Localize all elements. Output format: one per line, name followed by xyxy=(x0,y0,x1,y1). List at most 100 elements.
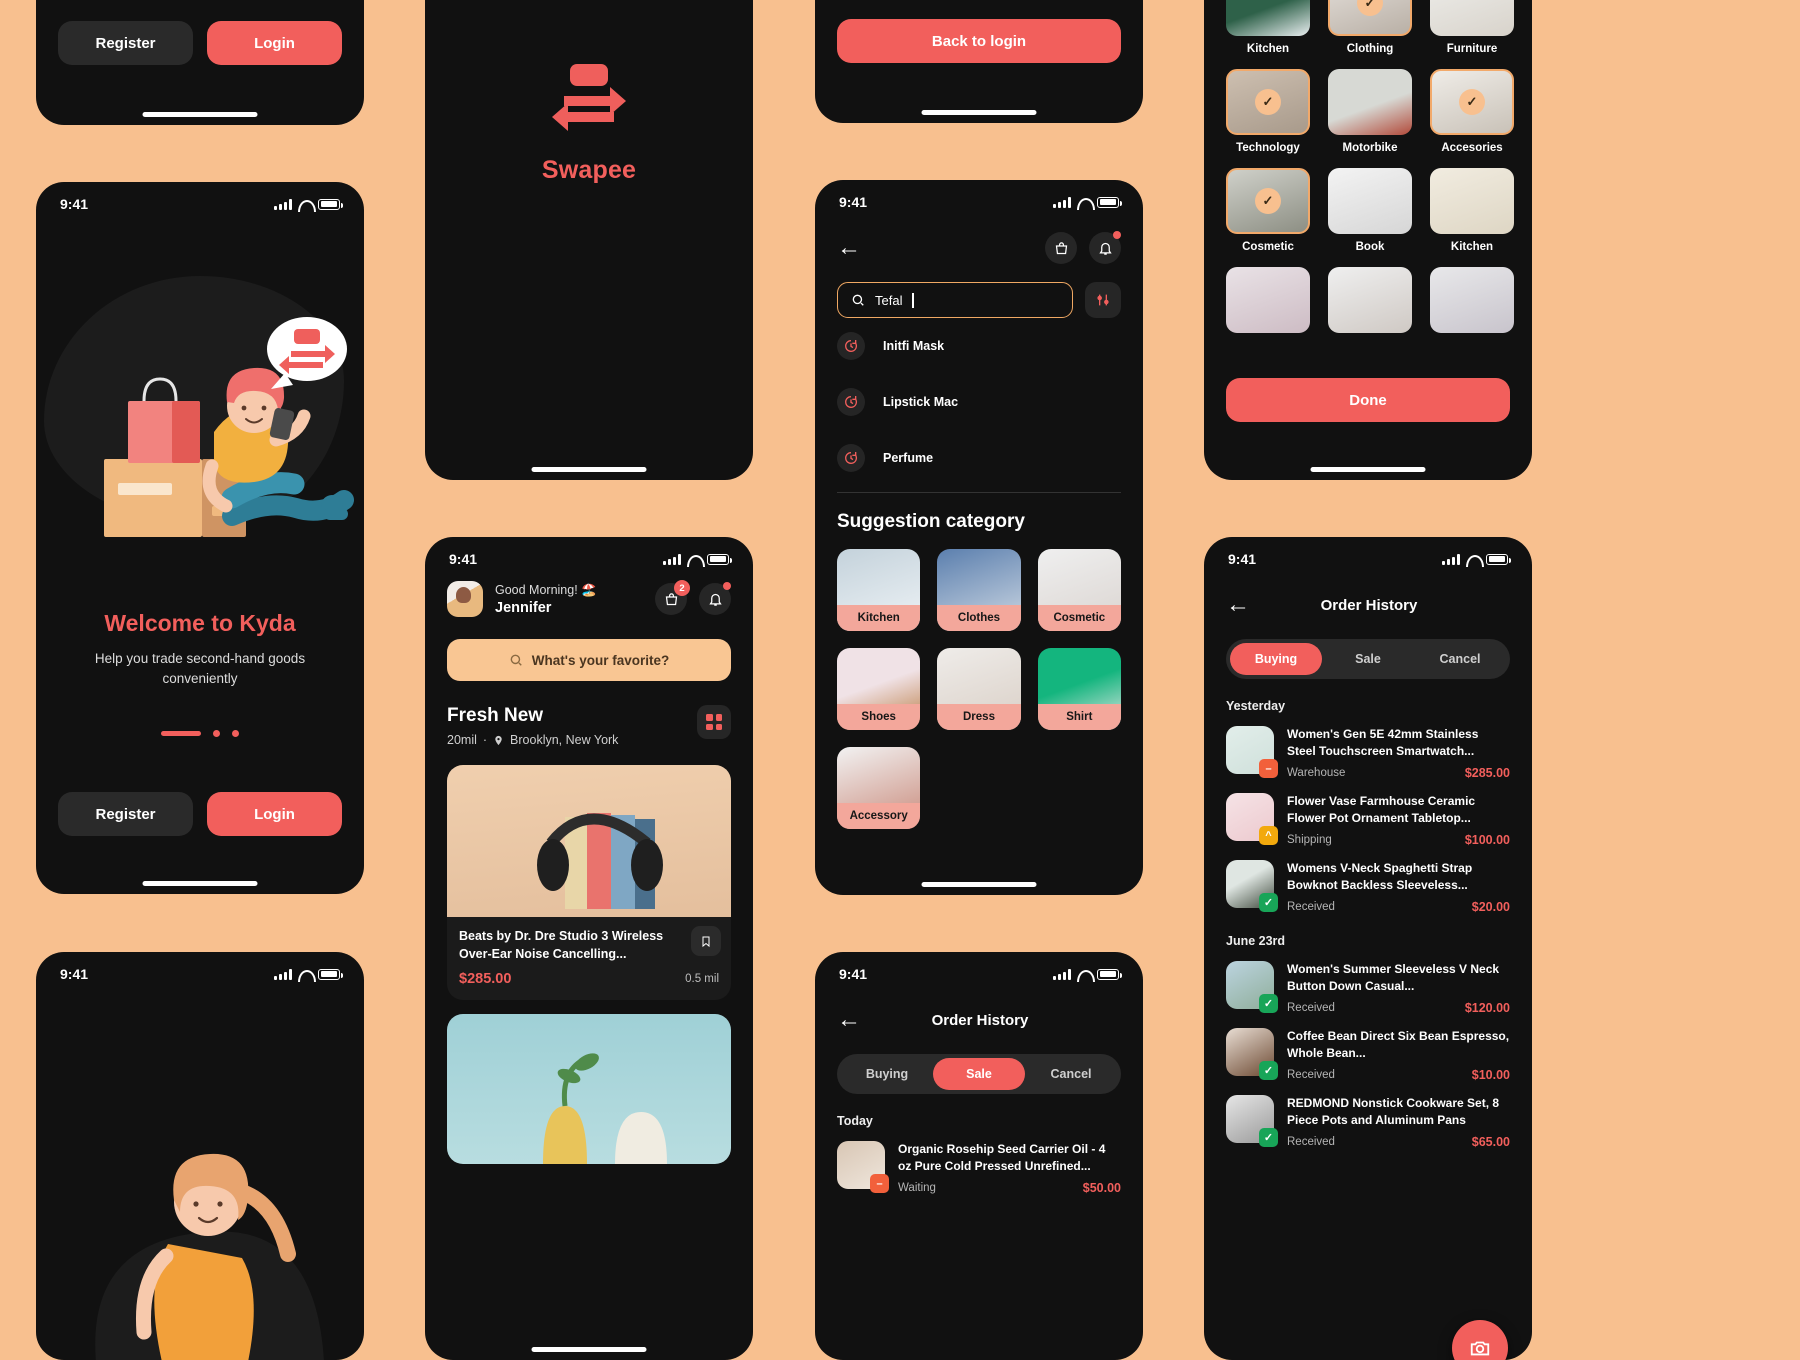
category-tile[interactable]: Shirt xyxy=(1037,648,1121,730)
search-topbar: ← xyxy=(815,214,1143,264)
status-icons xyxy=(274,968,343,982)
battery-icon xyxy=(1097,968,1122,980)
picker-item-furniture[interactable]: Furniture xyxy=(1430,0,1514,55)
back-button[interactable]: ← xyxy=(837,1008,861,1032)
tab-sale[interactable]: Sale xyxy=(933,1058,1025,1090)
register-button[interactable]: Register xyxy=(58,21,193,65)
design-canvas: Register Login 9:41 Welcome to Kyda Help… xyxy=(0,0,1800,1360)
battery-icon xyxy=(1486,553,1511,565)
picker-item-technology[interactable]: ✓ Technology xyxy=(1226,69,1310,154)
picker-item-clothing[interactable]: ✓ Clothing xyxy=(1328,0,1412,55)
picker-item-kitchen-2[interactable]: Kitchen xyxy=(1430,168,1514,253)
suggestion-title: Suggestion category xyxy=(837,511,1025,532)
picker-item-motorbike[interactable]: Motorbike xyxy=(1328,69,1412,154)
category-tile[interactable]: Shoes xyxy=(837,648,921,730)
recent-search-item[interactable]: Lipstick Mac xyxy=(815,374,1143,430)
cart-button[interactable] xyxy=(1045,232,1077,264)
status-badge: ✓ xyxy=(1259,994,1278,1014)
location-label: Brooklyn, New York xyxy=(510,733,619,747)
filter-button[interactable] xyxy=(1085,282,1121,318)
recent-search-item[interactable]: Perfume xyxy=(815,430,1143,486)
back-button[interactable]: ← xyxy=(1226,593,1250,617)
picker-item-book[interactable]: Book xyxy=(1328,168,1412,253)
battery-icon xyxy=(707,553,732,565)
category-tile[interactable]: Cosmetic xyxy=(1037,549,1121,631)
auth-button-row: Register Login xyxy=(36,21,364,65)
picker-thumbnail xyxy=(1430,0,1514,36)
notifications-button[interactable] xyxy=(699,582,731,615)
tab-buying[interactable]: Buying xyxy=(841,1058,933,1090)
home-indicator xyxy=(142,112,258,117)
home-indicator xyxy=(1310,467,1426,472)
product-card-secondary[interactable] xyxy=(447,1014,731,1164)
picker-item-kitchen[interactable]: Kitchen xyxy=(1226,0,1310,55)
login-button[interactable]: Login xyxy=(207,792,342,836)
done-button[interactable]: Done xyxy=(1226,378,1510,422)
tab-cancel[interactable]: Cancel xyxy=(1414,643,1506,675)
pagination-dot-active[interactable] xyxy=(161,730,201,736)
avatar[interactable] xyxy=(447,581,483,617)
tab-buying[interactable]: Buying xyxy=(1230,643,1322,675)
pagination-dot[interactable] xyxy=(213,729,220,737)
order-row[interactable]: ✓ Coffee Bean Direct Six Bean Espresso, … xyxy=(1204,1015,1532,1082)
picker-item-cosmetic[interactable]: ✓ Cosmetic xyxy=(1226,168,1310,253)
order-row[interactable]: ^ Flower Vase Farmhouse Ceramic Flower P… xyxy=(1204,780,1532,847)
tab-cancel[interactable]: Cancel xyxy=(1025,1058,1117,1090)
battery-icon xyxy=(318,198,343,210)
back-button[interactable]: ← xyxy=(837,236,861,260)
recent-search-item[interactable]: Initfi Mask xyxy=(815,318,1143,374)
battery-icon xyxy=(318,968,343,980)
camera-fab-button[interactable] xyxy=(1452,1320,1508,1360)
order-row[interactable]: – Organic Rosehip Seed Carrier Oil - 4 o… xyxy=(815,1128,1143,1195)
cart-badge: 2 xyxy=(674,580,690,596)
picker-thumbnail xyxy=(1226,0,1310,36)
order-row[interactable]: ✓ Women's Summer Sleeveless V Neck Butto… xyxy=(1204,948,1532,1015)
search-icon xyxy=(852,294,864,306)
login-button[interactable]: Login xyxy=(207,21,342,65)
wifi-icon xyxy=(298,969,316,982)
notifications-button[interactable] xyxy=(1089,231,1121,264)
cart-button[interactable]: 2 xyxy=(655,580,690,615)
category-tile[interactable]: Kitchen xyxy=(837,549,921,631)
category-tile[interactable]: Dress xyxy=(937,648,1021,730)
picker-label: Furniture xyxy=(1446,43,1498,55)
search-bar[interactable]: What's your favorite? xyxy=(447,639,731,681)
pagination-dot[interactable] xyxy=(232,729,239,737)
page-title: Order History xyxy=(931,1011,1029,1029)
search-input[interactable]: Tefal xyxy=(837,282,1073,318)
order-row[interactable]: – Women's Gen 5E 42mm Stainless Steel To… xyxy=(1204,713,1532,780)
status-bar: 9:41 xyxy=(815,952,1143,986)
recent-search-label: Perfume xyxy=(883,451,934,465)
grid-view-toggle[interactable] xyxy=(697,705,731,739)
register-button[interactable]: Register xyxy=(58,792,193,836)
tab-sale[interactable]: Sale xyxy=(1322,643,1414,675)
product-price: $285.00 xyxy=(459,971,512,987)
category-tile[interactable]: Accessory xyxy=(837,747,921,829)
status-bar: 9:41 xyxy=(1204,537,1532,571)
order-footer: Shipping $100.00 xyxy=(1287,833,1510,847)
brand-name: Swapee xyxy=(541,155,637,184)
order-price: $50.00 xyxy=(1082,1181,1121,1196)
check-icon: ✓ xyxy=(1255,188,1281,214)
picker-thumbnail xyxy=(1430,267,1514,333)
order-status: Warehouse xyxy=(1287,767,1346,780)
auth-button-row: Register Login xyxy=(36,792,364,836)
picker-label: Kitchen xyxy=(1246,43,1290,55)
picker-item-extra-3[interactable] xyxy=(1430,267,1514,340)
back-to-login-button[interactable]: Back to login xyxy=(837,19,1121,63)
order-price: $10.00 xyxy=(1471,1068,1510,1083)
picker-item-accesories[interactable]: ✓ Accesories xyxy=(1430,69,1514,154)
picker-item-extra-1[interactable] xyxy=(1226,267,1310,340)
product-card[interactable]: Beats by Dr. Dre Studio 3 Wireless Over-… xyxy=(447,765,731,1000)
product-card-body: Beats by Dr. Dre Studio 3 Wireless Over-… xyxy=(447,917,731,1000)
status-time: 9:41 xyxy=(839,966,868,982)
picker-thumbnail xyxy=(1328,267,1412,333)
order-row[interactable]: ✓ Womens V-Neck Spaghetti Strap Bowknot … xyxy=(1204,847,1532,914)
category-tile[interactable]: Clothes xyxy=(937,549,1021,631)
screen-order-history-sale: 9:41 ← Order History Buying Sale Cancel … xyxy=(815,952,1143,1360)
bookmark-button[interactable] xyxy=(691,926,721,956)
order-row[interactable]: ✓ REDMOND Nonstick Cookware Set, 8 Piece… xyxy=(1204,1082,1532,1149)
category-picker-grid: Kitchen ✓ Clothing Furniture ✓ Technolog… xyxy=(1204,0,1532,340)
picker-item-extra-2[interactable] xyxy=(1328,267,1412,340)
category-label: Cosmetic xyxy=(1037,605,1121,631)
